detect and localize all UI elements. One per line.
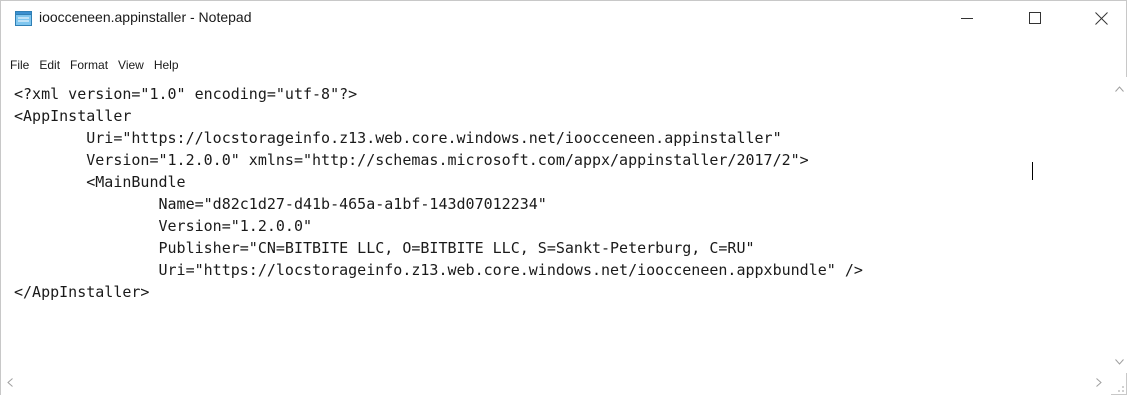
window-title: ioocceneen.appinstaller - Notepad [39, 9, 252, 25]
horizontal-scrollbar[interactable] [1, 373, 1111, 395]
chevron-down-icon[interactable] [1115, 359, 1124, 365]
chevron-up-icon[interactable] [1115, 86, 1124, 92]
text-editor[interactable]: <?xml version="1.0" encoding="utf-8"?> <… [1, 77, 1111, 373]
maximize-icon [1029, 12, 1041, 24]
text-caret [1032, 162, 1033, 180]
chevron-right-icon[interactable] [1096, 378, 1102, 387]
menu-file[interactable]: File [1, 55, 32, 75]
minimize-button[interactable] [944, 1, 990, 35]
close-button[interactable] [1078, 1, 1124, 35]
notepad-window: ioocceneen.appinstaller - Notepad File E… [0, 0, 1127, 395]
editor-content[interactable]: <?xml version="1.0" encoding="utf-8"?> <… [14, 83, 863, 303]
menu-format[interactable]: Format [63, 55, 111, 75]
resize-grip-icon[interactable] [1113, 381, 1125, 393]
menu-view[interactable]: View [111, 55, 147, 75]
maximize-button[interactable] [1012, 1, 1058, 35]
minimize-icon [961, 18, 973, 19]
chevron-left-icon[interactable] [7, 378, 13, 387]
notepad-icon [15, 11, 32, 26]
close-icon [1094, 11, 1108, 25]
vertical-scrollbar[interactable] [1111, 77, 1127, 373]
title-bar[interactable]: ioocceneen.appinstaller - Notepad [1, 1, 1126, 35]
menu-bar: File Edit Format View Help [1, 55, 182, 75]
menu-help[interactable]: Help [147, 55, 182, 75]
menu-edit[interactable]: Edit [32, 55, 63, 75]
